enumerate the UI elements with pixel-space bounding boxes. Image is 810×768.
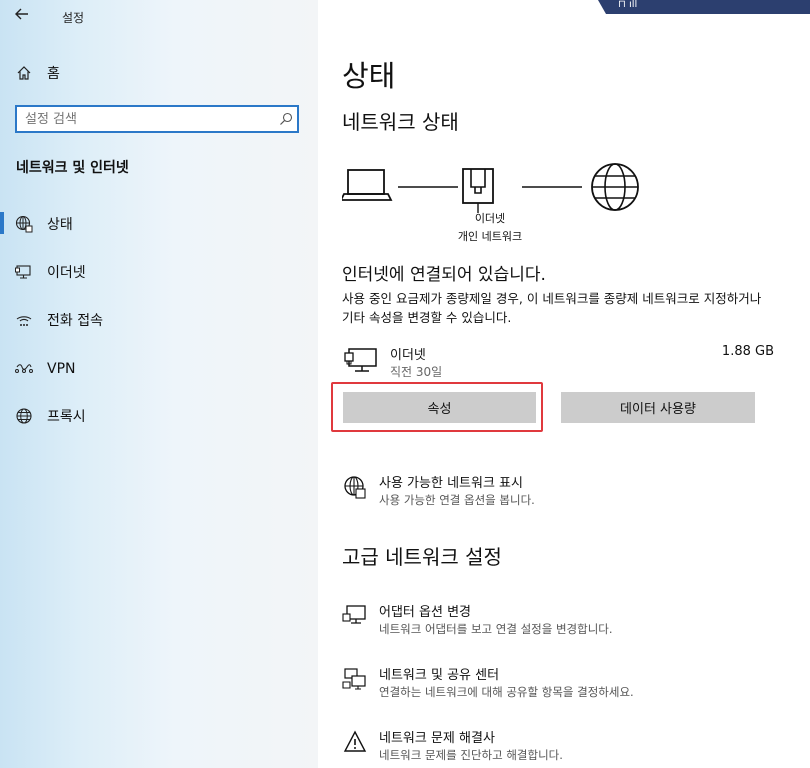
sharing-center-icon [342, 666, 368, 692]
properties-button[interactable]: 속성 [343, 392, 536, 423]
troubleshooter-link[interactable]: 네트워크 문제 해결사 네트워크 문제를 진단하고 해결합니다. [342, 727, 782, 767]
laptop-icon [339, 169, 393, 201]
warning-icon [342, 729, 368, 755]
back-arrow-icon[interactable] [14, 6, 34, 26]
internet-globe-icon [591, 163, 639, 211]
link-title: 어댑터 옵션 변경 [379, 605, 471, 620]
link-title: 사용 가능한 네트워크 표시 [379, 476, 523, 491]
link-title: 네트워크 및 공유 센터 [379, 668, 500, 683]
network-status-heading: 네트워크 상태 [342, 110, 459, 134]
vpn-icon [14, 363, 34, 375]
sidebar: 설정 홈 네트워크 및 인터넷 상태 이더넷 전화 접속 [0, 0, 318, 768]
dialup-icon [14, 312, 34, 328]
sidebar-item-label: 상태 [47, 217, 73, 233]
data-usage-button[interactable]: 데이터 사용량 [561, 392, 755, 423]
sidebar-item-vpn[interactable]: VPN [14, 357, 76, 381]
ethernet-monitor-icon [14, 264, 34, 280]
sidebar-item-dialup[interactable]: 전화 접속 [14, 308, 103, 332]
ethernet-port-icon [462, 168, 494, 213]
link-description: 연결하는 네트워크에 대해 공유할 항목을 결정하세요. [379, 685, 634, 699]
adapter-label: 이더넷 [474, 212, 506, 225]
sidebar-item-label: VPN [47, 361, 76, 377]
sidebar-item-label: 프록시 [47, 409, 86, 425]
home-icon [14, 65, 34, 81]
page-title: 상태 [342, 59, 396, 93]
search-box[interactable] [15, 105, 299, 133]
ethernet-monitor-icon [344, 348, 378, 378]
globe-icon [14, 407, 34, 425]
sidebar-item-label: 전화 접속 [47, 313, 103, 329]
section-title: 네트워크 및 인터넷 [16, 160, 129, 176]
sidebar-item-proxy[interactable]: 프록시 [14, 404, 86, 428]
sidebar-item-label: 홈 [47, 66, 60, 82]
link-description: 네트워크 어댑터를 보고 연결 설정을 변경합니다. [379, 622, 613, 636]
connected-description: 사용 중인 요금제가 종량제일 경우, 이 네트워크를 종량제 네트워크로 지정… [342, 291, 762, 325]
network-type-label: 개인 네트워크 [457, 230, 523, 243]
connection-row: 이더넷 직전 30일 1.88 GB [342, 342, 774, 382]
connected-heading: 인터넷에 연결되어 있습니다. [342, 265, 546, 285]
adapter-icon [342, 603, 368, 629]
connection-name: 이더넷 [390, 348, 426, 363]
active-indicator [0, 212, 4, 234]
link-description: 네트워크 문제를 진단하고 해결합니다. [379, 748, 563, 762]
sidebar-item-status[interactable]: 상태 [14, 212, 73, 236]
app-title: 설정 [62, 11, 85, 25]
search-icon[interactable] [275, 112, 297, 126]
advanced-settings-heading: 고급 네트워크 설정 [342, 545, 502, 569]
sidebar-item-label: 이더넷 [47, 265, 86, 281]
change-adapter-options-link[interactable]: 어댑터 옵션 변경 네트워크 어댑터를 보고 연결 설정을 변경합니다. [342, 601, 782, 641]
globe-network-icon [14, 215, 34, 233]
link-description: 사용 가능한 연결 옵션을 봅니다. [379, 493, 535, 507]
sidebar-item-home[interactable]: 홈 [14, 61, 60, 85]
show-available-networks-link[interactable]: 사용 가능한 네트워크 표시 사용 가능한 연결 옵션을 봅니다. [342, 472, 782, 512]
globe-network-icon [342, 474, 368, 500]
main-content: 상태 네트워크 상태 이더넷 개인 네트워크 인터넷에 연결되어 있습니다. 사… [318, 0, 810, 768]
connection-period: 직전 30일 [390, 365, 443, 379]
sharing-center-link[interactable]: 네트워크 및 공유 센터 연결하는 네트워크에 대해 공유할 항목을 결정하세요… [342, 664, 782, 704]
link-title: 네트워크 문제 해결사 [379, 731, 495, 746]
data-usage-value: 1.88 GB [721, 344, 774, 359]
search-input[interactable] [17, 110, 275, 128]
sidebar-item-ethernet[interactable]: 이더넷 [14, 260, 86, 284]
